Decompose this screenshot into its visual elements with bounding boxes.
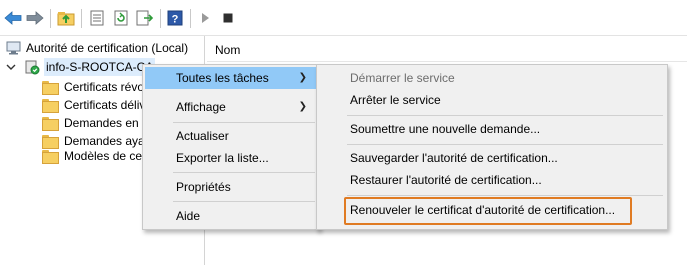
menu-separator [173,122,315,123]
menu-item-label: Actualiser [176,129,229,143]
tree-item-label: Certificats révo [64,80,145,94]
submenu-arrow-icon: ❯ [298,72,307,83]
tree-item-label: Demandes en a [64,116,149,130]
computer-icon [6,41,22,55]
context-menu: Toutes les tâches ❯ Affichage ❯ Actualis… [142,64,320,230]
folder-icon [42,99,59,113]
play-icon[interactable] [196,9,214,27]
menu-item-label: Aide [176,209,201,223]
tree-node-ca[interactable]: info-S-ROOTCA-CA [6,58,156,76]
menu-item-backup-ca[interactable]: Sauvegarder l'autorité de certification.… [319,147,665,169]
menu-item-stop-service[interactable]: Arrêter le service [319,89,665,111]
menu-item-help[interactable]: Aide [145,205,317,227]
menu-item-label: Soumettre une nouvelle demande... [350,122,541,136]
tree-item-label: Modèles de ce [64,149,143,163]
menu-item-label: Restaurer l'autorité de certification... [350,173,542,187]
up-folder-icon[interactable] [57,9,75,27]
stop-icon[interactable] [219,9,237,27]
folder-icon [42,150,59,164]
menu-item-submit-request[interactable]: Soumettre une nouvelle demande... [319,118,665,140]
menu-separator [347,144,663,145]
submenu-arrow-icon: ❯ [298,101,307,112]
tree-item[interactable]: Certificats déliv [42,96,145,114]
menu-item-label: Arrêter le service [350,93,441,107]
menu-item-export-list[interactable]: Exporter la liste... [145,147,317,169]
tree-root-label: Autorité de certification (Local) [26,41,189,55]
svg-text:?: ? [172,14,179,26]
menu-separator [347,115,663,116]
toolbar: ? [0,0,687,36]
menu-item-label: Propriétés [176,180,231,194]
folder-icon [42,135,59,149]
menu-item-label: Affichage [176,100,226,114]
menu-separator [347,195,663,196]
folder-icon [42,117,59,131]
properties-icon[interactable] [88,9,106,27]
tree-root[interactable]: Autorité de certification (Local) [6,39,188,57]
menu-item-view[interactable]: Affichage ❯ [145,96,317,118]
folder-icon [42,81,59,95]
menu-item-refresh[interactable]: Actualiser [145,125,317,147]
ca-server-icon [24,59,40,75]
refresh-icon[interactable] [112,9,130,27]
tree-item[interactable]: Modèles de ce [42,147,142,165]
chevron-down-icon[interactable] [6,58,18,76]
highlight-callout [344,197,632,225]
menu-separator [173,201,315,202]
back-arrow-icon[interactable] [4,9,22,27]
help-icon[interactable]: ? [166,9,184,27]
menu-item-all-tasks[interactable]: Toutes les tâches ❯ [145,67,317,89]
menu-item-label: Sauvegarder l'autorité de certification.… [350,151,558,165]
menu-item-start-service: Démarrer le service [319,67,665,89]
forward-arrow-icon[interactable] [26,9,44,27]
menu-item-label: Démarrer le service [350,71,455,85]
menu-separator [173,172,315,173]
tree-ca-label: info-S-ROOTCA-CA [44,58,156,76]
column-header-name[interactable]: Nom [207,38,687,62]
tree-item[interactable]: Demandes en a [42,114,149,132]
menu-item-label: Exporter la liste... [176,151,269,165]
tree-item[interactable]: Certificats révo [42,78,144,96]
export-icon[interactable] [136,9,154,27]
menu-item-properties[interactable]: Propriétés [145,176,317,198]
menu-item-label: Toutes les tâches [176,71,269,85]
tree-item-label: Certificats déliv [64,98,146,112]
menu-item-restore-ca[interactable]: Restaurer l'autorité de certification... [319,169,665,191]
column-header-label: Nom [215,43,241,57]
